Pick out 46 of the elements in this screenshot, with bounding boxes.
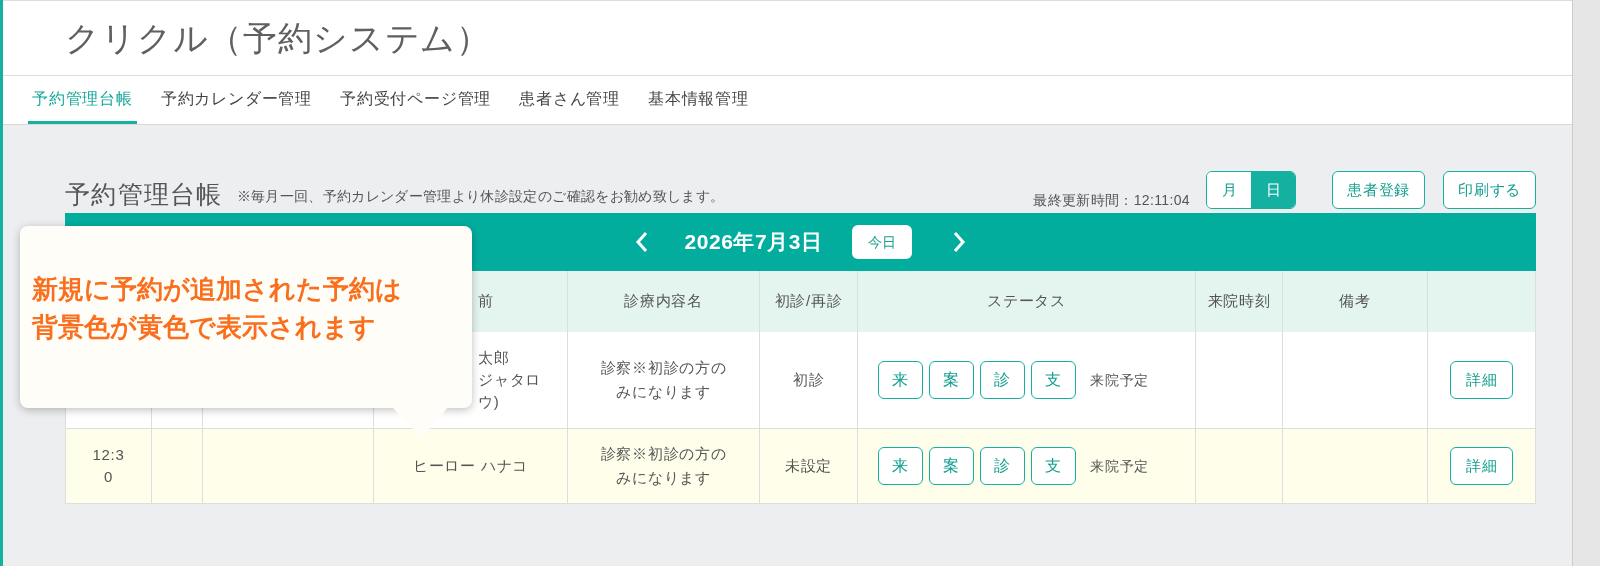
- nav-tab[interactable]: 予約カレンダー管理: [156, 87, 316, 124]
- action-button[interactable]: 患者登録: [1332, 171, 1425, 209]
- status-button[interactable]: 診: [980, 361, 1025, 399]
- status-button[interactable]: 来: [878, 447, 923, 485]
- column-header: 来院時刻: [1207, 291, 1271, 312]
- nav-tab[interactable]: 予約管理台帳: [28, 87, 137, 124]
- detail-button[interactable]: 詳細: [1450, 361, 1513, 399]
- status-button[interactable]: 支: [1031, 447, 1076, 485]
- today-button[interactable]: 今日: [852, 225, 913, 259]
- detail-button[interactable]: 詳細: [1450, 447, 1513, 485]
- action-button[interactable]: 印刷する: [1443, 171, 1536, 209]
- visit-type-cell-text: 未設定: [784, 455, 833, 476]
- column-header: 初診/再診: [774, 291, 843, 312]
- status-button[interactable]: 支: [1031, 361, 1076, 399]
- status-text: 来院予定: [1090, 370, 1149, 390]
- status-button[interactable]: 診: [980, 447, 1025, 485]
- column-header: 備考: [1339, 291, 1371, 312]
- patient-name: ジャタロ: [478, 370, 541, 390]
- view-toggle-option[interactable]: 日: [1251, 172, 1295, 208]
- notice-text: ※毎月一回、予約カレンダー管理より休診設定のご確認をお勧め致します。: [236, 187, 725, 206]
- view-toggle-option[interactable]: 月: [1207, 172, 1251, 208]
- callout-text: 新規に予約が追加された予約は: [32, 273, 403, 306]
- nav-tab[interactable]: 基本情報管理: [644, 87, 753, 124]
- current-date: 2026年7月3日: [684, 229, 823, 256]
- app-title: クリクル（予約システム）: [65, 17, 492, 59]
- last-updated: 最終更新時間：12:11:04: [1033, 191, 1190, 210]
- visit-type-cell-text: 初診: [792, 369, 825, 390]
- status-button[interactable]: 来: [878, 361, 923, 399]
- next-icon[interactable]: [952, 231, 967, 253]
- nav-tab[interactable]: 患者さん管理: [515, 87, 625, 124]
- treatment-cell-text: 診察※初診の方のみになります: [599, 444, 728, 488]
- column-header: ステータス: [987, 291, 1066, 312]
- previous-icon[interactable]: [634, 231, 649, 253]
- status-button[interactable]: 案: [929, 361, 974, 399]
- status-button[interactable]: 案: [929, 447, 974, 485]
- patient-name: ヒーロー ハナコ: [412, 456, 529, 476]
- nav-tab[interactable]: 予約受付ページ管理: [336, 87, 496, 124]
- time-text: 12:30: [91, 445, 126, 487]
- patient-name: 太郎: [478, 348, 510, 368]
- callout-text: 背景色が黄色で表示されます: [32, 311, 377, 344]
- page-title: 予約管理台帳: [65, 178, 223, 210]
- column-header: 前: [478, 291, 494, 312]
- column-header: 診療内容名: [624, 291, 703, 312]
- treatment-cell-text: 診察※初診の方のみになります: [599, 358, 728, 402]
- patient-name: ウ): [478, 392, 500, 412]
- status-text: 来院予定: [1090, 456, 1149, 476]
